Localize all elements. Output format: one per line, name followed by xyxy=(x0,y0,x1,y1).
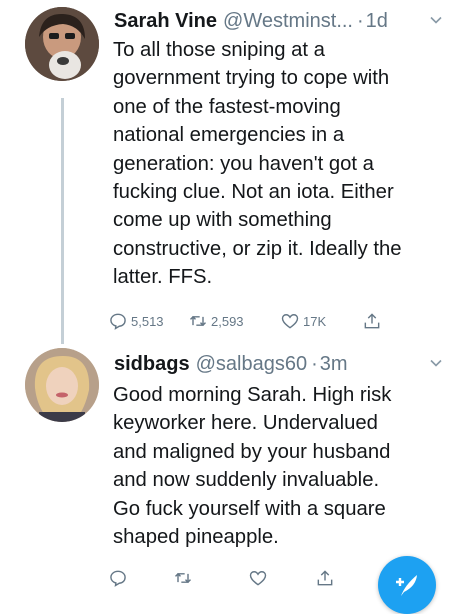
retweet-icon xyxy=(174,572,192,584)
reply-icon xyxy=(110,313,126,330)
like-icon xyxy=(281,314,299,329)
share-button[interactable] xyxy=(315,568,335,588)
tweet-line: government trying to cope with xyxy=(113,67,390,90)
tweet-line: keyworker here. Undervalued xyxy=(113,412,378,435)
like-button[interactable]: 17K xyxy=(280,311,326,331)
tweet-header: sidbags @salbags60 · 3m xyxy=(114,350,443,378)
like-button[interactable] xyxy=(248,568,268,588)
tweet-header: Sarah Vine @Westminst... · 1d xyxy=(114,7,443,35)
tweet-line: and now suddenly invaluable. xyxy=(113,469,380,492)
retweet-icon xyxy=(189,315,207,327)
compose-tweet-button[interactable] xyxy=(378,556,436,614)
tweet-line: To all those sniping at a xyxy=(113,39,325,61)
user-handle[interactable]: @Westminst... xyxy=(223,10,353,33)
tweet-line: fucking clue. Not an iota. Either xyxy=(113,181,394,204)
avatar[interactable] xyxy=(25,348,99,422)
tweet-line: Go fuck yourself with a square xyxy=(113,497,386,520)
reply-button[interactable]: 5,513 xyxy=(108,311,164,331)
tweet-text: Good morning Sarah. High risk keyworker … xyxy=(113,381,443,551)
chevron-down-icon[interactable] xyxy=(429,13,443,27)
user-handle[interactable]: @salbags60 xyxy=(196,353,307,376)
tweet-line: constructive, or zip it. Ideally the xyxy=(113,237,402,260)
like-icon xyxy=(249,571,267,586)
share-icon xyxy=(364,313,380,329)
retweet-button[interactable] xyxy=(173,568,193,588)
reply-count: 5,513 xyxy=(131,313,164,329)
tweet-line: one of the fastest-moving xyxy=(113,95,341,118)
like-count: 17K xyxy=(303,313,327,329)
timestamp[interactable]: 1d xyxy=(366,10,388,33)
tweet-sarah-vine[interactable]: Sarah Vine @Westminst... · 1d To all tho… xyxy=(0,0,453,340)
reply-icon xyxy=(110,570,126,587)
tweet-line: generation: you haven't got a xyxy=(113,152,374,175)
tweet-line: and maligned by your husband xyxy=(113,440,391,463)
tweet-actions xyxy=(108,568,408,592)
avatar[interactable] xyxy=(25,7,99,81)
share-icon xyxy=(317,570,333,586)
chevron-down-icon[interactable] xyxy=(429,356,443,370)
display-name[interactable]: Sarah Vine xyxy=(114,10,217,33)
tweet-line: shaped pineapple. xyxy=(113,526,279,549)
share-button[interactable] xyxy=(362,311,382,331)
retweet-button[interactable]: 2,593 xyxy=(188,311,244,331)
tweet-line: come up with something xyxy=(113,209,332,232)
tweet-line: Good morning Sarah. High risk xyxy=(113,384,392,406)
compose-icon xyxy=(396,575,417,596)
retweet-count: 2,593 xyxy=(211,313,244,329)
avatar-photo xyxy=(25,348,99,422)
display-name[interactable]: sidbags xyxy=(114,353,190,376)
tweet-line: latter. FFS. xyxy=(113,266,213,289)
timestamp[interactable]: 3m xyxy=(320,353,348,376)
tweet-line: national emergencies in a xyxy=(113,124,345,147)
separator: · xyxy=(356,9,364,32)
tweet-text: To all those sniping at a government try… xyxy=(113,36,443,292)
avatar-photo xyxy=(25,7,99,81)
reply-button[interactable] xyxy=(108,568,128,588)
tweet-sidbags[interactable]: sidbags @salbags60 · 3m Good morning Sar… xyxy=(0,340,453,600)
tweet-actions: 5,513 2,593 17K xyxy=(108,311,408,335)
separator: · xyxy=(311,352,318,375)
